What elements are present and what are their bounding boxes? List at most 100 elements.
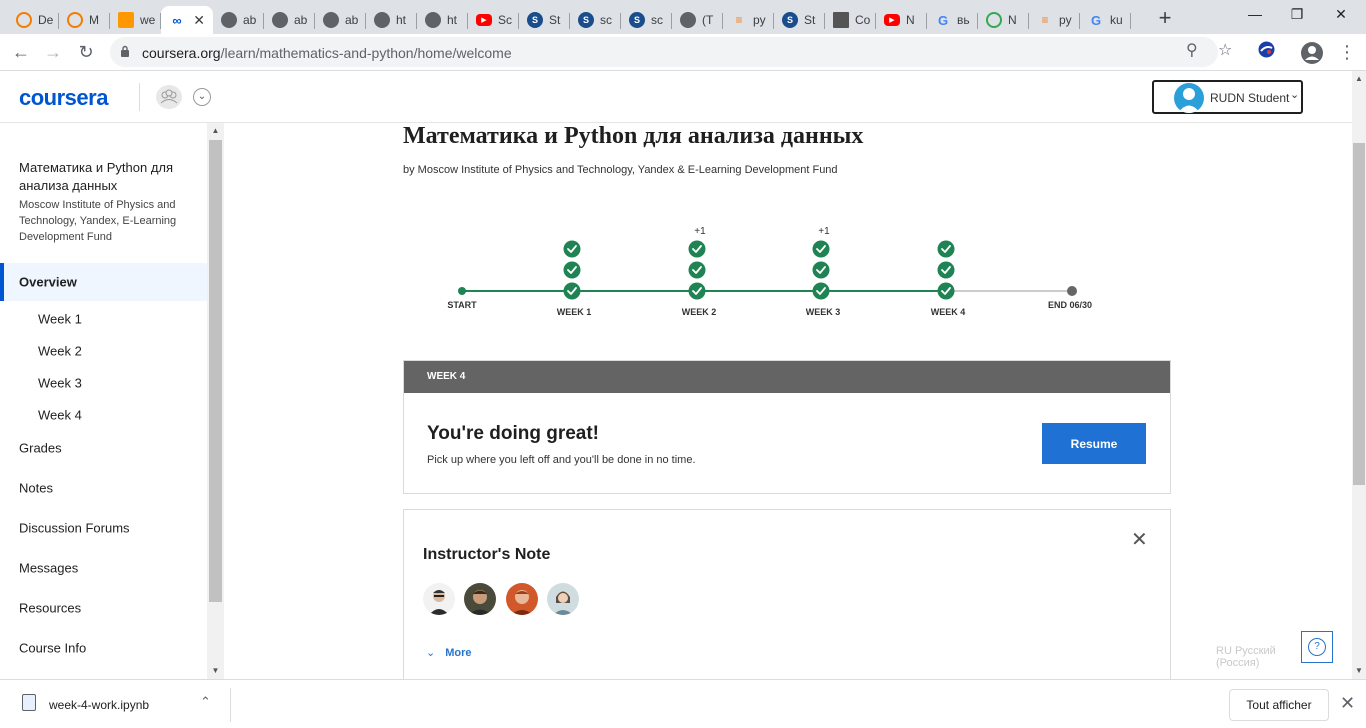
browser-tab[interactable]: ht xyxy=(417,6,468,34)
scroll-up-icon[interactable]: ▲ xyxy=(1352,74,1366,83)
browser-tab[interactable]: ab xyxy=(213,6,264,34)
tab-title: N xyxy=(906,13,915,27)
scroll-up-icon[interactable]: ▲ xyxy=(207,126,224,135)
browser-tab[interactable]: ≡ py xyxy=(723,6,774,34)
resume-button[interactable]: Resume xyxy=(1042,423,1146,464)
sidebar-item-label: Week 4 xyxy=(38,407,82,423)
instructor-avatar[interactable] xyxy=(464,583,496,615)
browser-tab[interactable]: we xyxy=(110,6,161,34)
tab-title: (T xyxy=(702,13,714,27)
browser-tab[interactable]: De xyxy=(8,6,59,34)
sidebar-course-title[interactable]: Математика и Python для анализа данных xyxy=(19,159,194,195)
browser-tab[interactable]: Ssc xyxy=(621,6,672,34)
check-icon xyxy=(812,240,830,258)
browser-tab[interactable]: Gвь xyxy=(927,6,978,34)
browser-tab[interactable]: N xyxy=(978,6,1029,34)
user-menu-button[interactable]: RUDN Student ⌄ xyxy=(1152,80,1303,114)
tab-title: sc xyxy=(651,13,663,27)
sidebar-item-week-2[interactable]: Week 2 xyxy=(0,335,207,367)
site-header: coursera ⌄ RUDN Student ⌄ xyxy=(0,71,1352,123)
tab-title: De xyxy=(38,13,54,27)
browser-tab[interactable]: S St xyxy=(519,6,570,34)
browser-tab[interactable]: ≡ py xyxy=(1029,6,1080,34)
scroll-down-icon[interactable]: ▼ xyxy=(207,666,224,675)
sidebar-item-label: Grades xyxy=(19,440,62,456)
tab-strip: De Mwe ∞ ✕ ab ab ab ht ht ▶ Sc S St Ssc Ssc (T ≡ py S St Co ▶… xyxy=(0,0,1366,34)
sidebar-item-messages[interactable]: Messages xyxy=(0,552,207,584)
browser-tab[interactable]: ▶ Sc xyxy=(468,6,519,34)
new-tab-button[interactable]: + xyxy=(1155,5,1175,31)
tab-title: py xyxy=(753,13,766,27)
timeline-week-label: WEEK 3 xyxy=(806,307,841,317)
instructor-note-title: Instructor's Note xyxy=(423,546,551,563)
extension-icon[interactable] xyxy=(1258,41,1275,63)
browser-tab[interactable]: ab xyxy=(264,6,315,34)
instructor-avatar[interactable] xyxy=(423,583,455,615)
sidebar-item-resources[interactable]: Resources xyxy=(0,592,207,624)
timeline-start-label: START xyxy=(447,300,477,310)
page-scrollbar-thumb[interactable] xyxy=(1353,143,1365,485)
browser-tab[interactable]: Ssc xyxy=(570,6,621,34)
close-tab-icon[interactable]: ✕ xyxy=(193,12,205,29)
tab-title: py xyxy=(1059,13,1072,27)
ring-icon xyxy=(986,12,1002,28)
sidebar-item-week-1[interactable]: Week 1 xyxy=(0,303,207,335)
browser-tab[interactable]: ▶ N xyxy=(876,6,927,34)
globe-icon xyxy=(272,12,288,28)
download-filename[interactable]: week-4-work.ipynb xyxy=(49,698,149,712)
language-selector[interactable]: RU Русский (Россия) xyxy=(1186,641,1318,669)
timeline-week-label: WEEK 1 xyxy=(557,307,592,317)
close-icon[interactable]: ✕ xyxy=(1340,694,1355,712)
reload-icon[interactable]: ↻ xyxy=(75,42,97,63)
sidebar-scrollbar-thumb[interactable] xyxy=(209,140,222,602)
help-button[interactable]: ? xyxy=(1301,631,1333,663)
instructor-avatar[interactable] xyxy=(506,583,538,615)
s-icon: S xyxy=(782,12,798,28)
orange-ring-icon xyxy=(16,12,32,28)
sidebar-item-week-3[interactable]: Week 3 xyxy=(0,367,207,399)
kebab-menu-icon[interactable]: ⋮ xyxy=(1338,42,1356,62)
sidebar-item-discussion-forums[interactable]: Discussion Forums xyxy=(0,512,207,544)
more-link[interactable]: ⌄ More xyxy=(426,646,472,659)
course-sidebar: Математика и Python для анализа данных M… xyxy=(0,123,207,679)
sidebar-item-notes[interactable]: Notes xyxy=(0,472,207,504)
sidebar-item-week-4[interactable]: Week 4 xyxy=(0,399,207,431)
instructor-avatar[interactable] xyxy=(547,583,579,615)
coursera-logo[interactable]: coursera xyxy=(19,85,108,111)
globe-icon xyxy=(323,12,339,28)
browser-tab[interactable]: (T xyxy=(672,6,723,34)
profile-icon[interactable] xyxy=(1301,42,1323,64)
help-icon: ? xyxy=(1308,638,1326,656)
chevron-down-icon: ⌄ xyxy=(426,647,436,659)
tab-title: Sc xyxy=(498,13,513,27)
sidebar-item-grades[interactable]: Grades xyxy=(0,432,207,464)
browser-tab[interactable]: Gku xyxy=(1080,6,1131,34)
address-bar[interactable]: coursera.org/learn/mathematics-and-pytho… xyxy=(110,37,1218,67)
browser-tab[interactable]: ∞ ✕ xyxy=(161,6,213,34)
globe-icon xyxy=(680,12,696,28)
image-icon xyxy=(833,12,849,28)
bookmark-star-icon[interactable]: ☆ xyxy=(1218,40,1232,60)
sidebar-item-label: Messages xyxy=(19,560,79,576)
check-icon xyxy=(563,282,581,300)
sidebar-item-overview[interactable]: Overview xyxy=(0,263,207,301)
forward-icon[interactable]: → xyxy=(42,42,64,63)
show-all-downloads-button[interactable]: Tout afficher xyxy=(1229,689,1329,721)
minimize-icon[interactable]: — xyxy=(1232,6,1278,22)
close-window-icon[interactable]: ✕ xyxy=(1318,6,1364,23)
back-icon[interactable]: ← xyxy=(10,42,32,63)
browser-tab[interactable]: Co xyxy=(825,6,876,34)
file-icon xyxy=(22,694,36,711)
sidebar-item-course-info[interactable]: Course Info xyxy=(0,632,207,664)
restore-icon[interactable]: ❐ xyxy=(1274,6,1320,23)
group-icon[interactable] xyxy=(156,85,182,109)
browser-tab[interactable]: ht xyxy=(366,6,417,34)
browser-tab[interactable]: ab xyxy=(315,6,366,34)
browser-tab[interactable]: M xyxy=(59,6,110,34)
browser-tab[interactable]: S St xyxy=(774,6,825,34)
close-icon[interactable]: ✕ xyxy=(1131,530,1148,550)
scroll-down-icon[interactable]: ▼ xyxy=(1352,666,1366,675)
chevron-up-icon[interactable]: ⌃ xyxy=(200,694,211,710)
zoom-icon[interactable]: ⚲ xyxy=(1186,40,1198,60)
chevron-down-icon[interactable]: ⌄ xyxy=(193,88,211,106)
